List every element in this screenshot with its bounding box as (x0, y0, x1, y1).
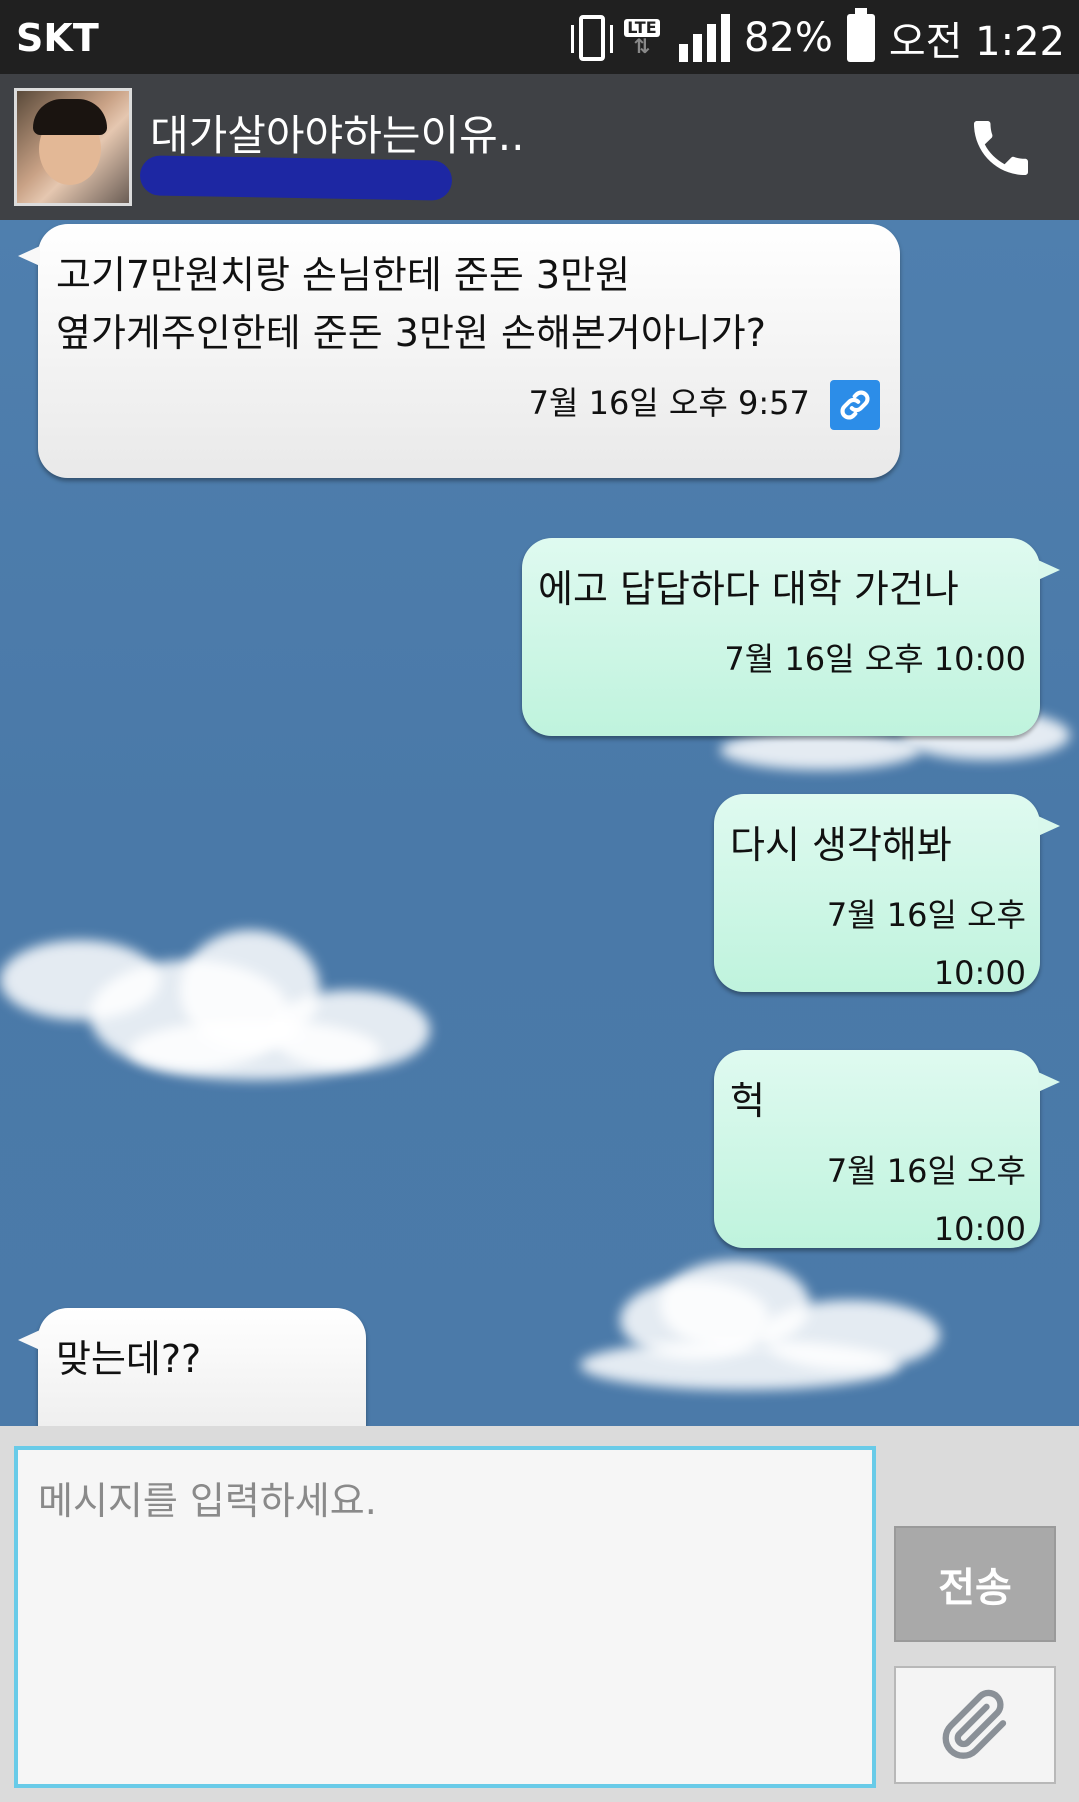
battery-icon (846, 8, 875, 62)
outgoing-message[interactable]: 헉 7월 16일 오후 10:00 (714, 1050, 1060, 1248)
outgoing-message[interactable]: 에고 답답하다 대학 가건나 7월 16일 오후 10:00 (522, 538, 1060, 736)
message-text: 고기7만원치랑 손님한테 준돈 3만원 옆가게주인한테 준돈 3만원 손해본거아… (56, 253, 766, 355)
link-icon[interactable] (830, 380, 880, 430)
message-timestamp: 7월 16일 오후 10:00 (724, 640, 1026, 678)
phone-icon[interactable] (965, 112, 1037, 184)
message-list[interactable]: 고기7만원치랑 손님한테 준돈 3만원 옆가게주인한테 준돈 3만원 손해본거아… (0, 220, 1079, 1426)
attach-button[interactable] (894, 1666, 1056, 1784)
clock: 오전 1:22 (888, 19, 1065, 65)
incoming-message[interactable]: 맞는데?? (18, 1308, 366, 1426)
bubble-tail (1038, 560, 1060, 580)
bubble-tail (1038, 816, 1060, 836)
message-text: 에고 답답하다 대학 가건나 (538, 567, 959, 611)
send-button[interactable]: 전송 (894, 1526, 1056, 1642)
avatar[interactable] (14, 88, 132, 206)
battery-percent: 82% (743, 15, 833, 61)
status-icons: LTE ⇅ 82% 오전 1:22 (570, 8, 1065, 66)
message-timestamp: 7월 16일 오후 10:00 (826, 1152, 1026, 1248)
composer-bar: 전송 (0, 1426, 1079, 1802)
cloud-decoration (130, 1020, 380, 1080)
redaction-mark (139, 155, 453, 201)
bubble-tail (1038, 1072, 1060, 1092)
chat-title: 대가살아야하는이유.. (150, 111, 525, 160)
status-bar: SKT LTE ⇅ 82% 오전 1:22 (0, 0, 1079, 74)
bubble-tail (18, 246, 40, 266)
vibrate-icon (570, 15, 613, 61)
message-input[interactable] (14, 1446, 876, 1788)
message-text: 맞는데?? (56, 1337, 202, 1381)
message-timestamp: 7월 16일 오후 9:57 (528, 384, 810, 422)
cloud-decoration (580, 1340, 900, 1390)
message-time: 7월 16일 오후 9:57 (56, 374, 880, 432)
bubble-tail (18, 1330, 40, 1350)
paperclip-icon (942, 1689, 1007, 1759)
cloud-decoration (720, 730, 920, 770)
lte-icon: LTE ⇅ (619, 19, 665, 57)
avatar-hair (33, 99, 107, 135)
message-text: 다시 생각해봐 (730, 823, 952, 867)
message-text: 헉 (730, 1079, 765, 1123)
outgoing-message[interactable]: 다시 생각해봐 7월 16일 오후 10:00 (714, 794, 1060, 992)
carrier-label: SKT (16, 16, 99, 60)
chat-header: 대가살아야하는이유.. (0, 74, 1079, 220)
incoming-message[interactable]: 고기7만원치랑 손님한테 준돈 3만원 옆가게주인한테 준돈 3만원 손해본거아… (18, 224, 900, 478)
send-button-label: 전송 (938, 1565, 1012, 1611)
message-timestamp: 7월 16일 오후 10:00 (826, 896, 1026, 992)
signal-icon (678, 14, 730, 62)
